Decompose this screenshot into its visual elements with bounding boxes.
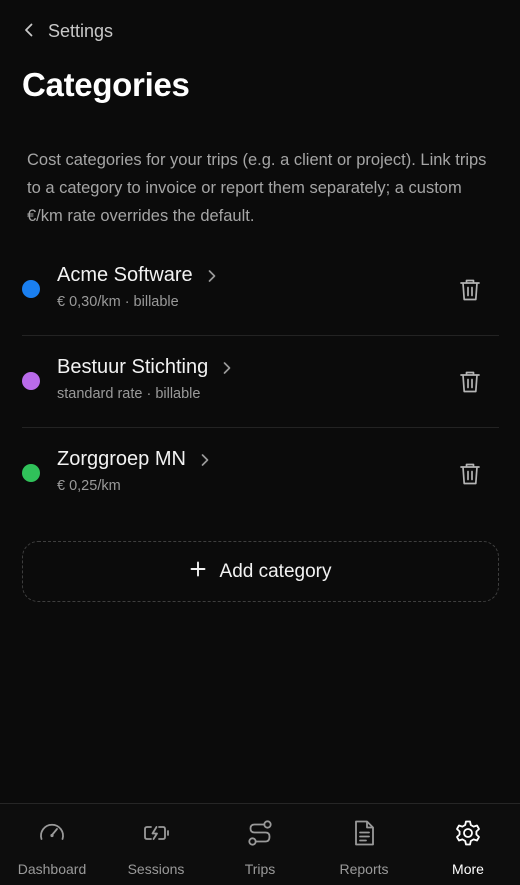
tab-reports[interactable]: Reports: [312, 804, 416, 885]
category-open-acme-software[interactable]: Acme Software € 0,30/km · billable: [57, 264, 217, 310]
plus-icon: [190, 561, 206, 583]
back-label: Settings: [48, 20, 114, 41]
tab-label: Dashboard: [17, 861, 87, 877]
chevron-right-icon: [207, 269, 217, 283]
tab-label: More: [452, 861, 484, 877]
back-to-settings-button[interactable]: Settings: [22, 18, 113, 44]
add-category-button[interactable]: Add category: [22, 541, 499, 602]
category-row-zorggroep-mn: Zorggroep MN € 0,25/km: [22, 428, 499, 520]
trash-icon: [459, 279, 481, 306]
battery-charging-icon: [141, 818, 171, 853]
delete-category-button[interactable]: [459, 278, 481, 302]
add-category-label: Add category: [219, 560, 332, 582]
trash-icon: [459, 371, 481, 398]
category-list: Acme Software € 0,30/km · billable Bestu…: [22, 244, 499, 520]
category-detail: € 0,30/km · billable: [57, 294, 179, 310]
category-name: Bestuur Stichting: [57, 356, 209, 378]
tab-trips[interactable]: Trips: [208, 804, 312, 885]
tab-sessions[interactable]: Sessions: [104, 804, 208, 885]
delete-category-button[interactable]: [459, 462, 481, 486]
category-open-bestuur-stichting[interactable]: Bestuur Stichting standard rate · billab…: [57, 356, 232, 402]
tab-label: Sessions: [127, 861, 185, 877]
chevron-left-icon: [22, 21, 36, 42]
category-open-zorggroep-mn[interactable]: Zorggroep MN € 0,25/km: [57, 448, 210, 494]
chevron-right-icon: [200, 453, 210, 467]
categories-screen: Settings Categories Cost categories for …: [0, 0, 520, 885]
document-icon: [349, 818, 379, 853]
category-color-dot: [22, 280, 40, 298]
bottom-tab-bar: Dashboard Sessions Trips Reports More: [0, 803, 520, 885]
category-detail: standard rate · billable: [57, 386, 201, 402]
category-name: Zorggroep MN: [57, 448, 186, 470]
chevron-right-icon: [222, 361, 232, 375]
speedometer-icon: [37, 818, 67, 853]
category-row-acme-software: Acme Software € 0,30/km · billable: [22, 244, 499, 336]
tab-label: Reports: [339, 861, 389, 877]
page-description: Cost categories for your trips (e.g. a c…: [27, 151, 487, 225]
tab-more[interactable]: More: [416, 804, 520, 885]
category-detail: € 0,25/km: [57, 478, 121, 494]
delete-category-button[interactable]: [459, 370, 481, 394]
tab-label: Trips: [244, 861, 276, 877]
category-name: Acme Software: [57, 264, 193, 286]
category-row-bestuur-stichting: Bestuur Stichting standard rate · billab…: [22, 336, 499, 428]
page-title: Categories: [22, 66, 190, 103]
tab-dashboard[interactable]: Dashboard: [0, 804, 104, 885]
gear-icon: [453, 818, 483, 853]
route-icon: [245, 818, 275, 853]
trash-icon: [459, 463, 481, 490]
category-color-dot: [22, 464, 40, 482]
category-color-dot: [22, 372, 40, 390]
